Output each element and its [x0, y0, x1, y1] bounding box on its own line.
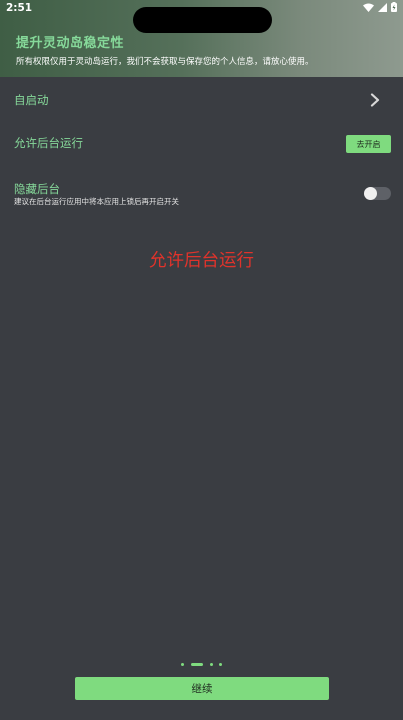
enable-background-run-button[interactable]: 去开启 — [346, 135, 391, 153]
autostart-row[interactable]: 自启动 — [0, 84, 403, 114]
page-dot — [181, 663, 184, 666]
page-indicator — [181, 663, 225, 667]
page-dot-active — [191, 663, 203, 666]
battery-charging-icon — [391, 2, 397, 12]
status-time: 2:51 — [6, 2, 33, 14]
wifi-icon — [363, 3, 374, 12]
autostart-label: 自启动 — [14, 93, 49, 107]
page-dot — [210, 663, 213, 666]
camera-notch — [133, 7, 272, 33]
background-run-label: 允许后台运行 — [14, 136, 83, 150]
page-dot — [219, 663, 222, 666]
toggle-knob — [364, 187, 377, 200]
chevron-right-icon — [370, 93, 380, 107]
page-title: 提升灵动岛稳定性 — [16, 36, 125, 51]
hide-background-label: 隐藏后台 — [14, 182, 60, 196]
cellular-signal-icon — [378, 2, 387, 12]
status-icons — [363, 2, 397, 12]
hide-background-toggle[interactable] — [364, 187, 391, 200]
screen: 2:51 提升灵动岛稳定性 所有权限仅用于灵动岛运行，我们不会获取与保存您的个人… — [0, 0, 403, 720]
privacy-notice: 所有权限仅用于灵动岛运行，我们不会获取与保存您的个人信息，请放心使用。 — [16, 57, 314, 67]
hide-background-description: 建议在后台运行应用中将本应用上锁后再开启开关 — [14, 197, 179, 206]
overlay-hint-text: 允许后台运行 — [149, 251, 254, 271]
continue-button[interactable]: 继续 — [75, 677, 329, 700]
header: 2:51 提升灵动岛稳定性 所有权限仅用于灵动岛运行，我们不会获取与保存您的个人… — [0, 0, 403, 77]
